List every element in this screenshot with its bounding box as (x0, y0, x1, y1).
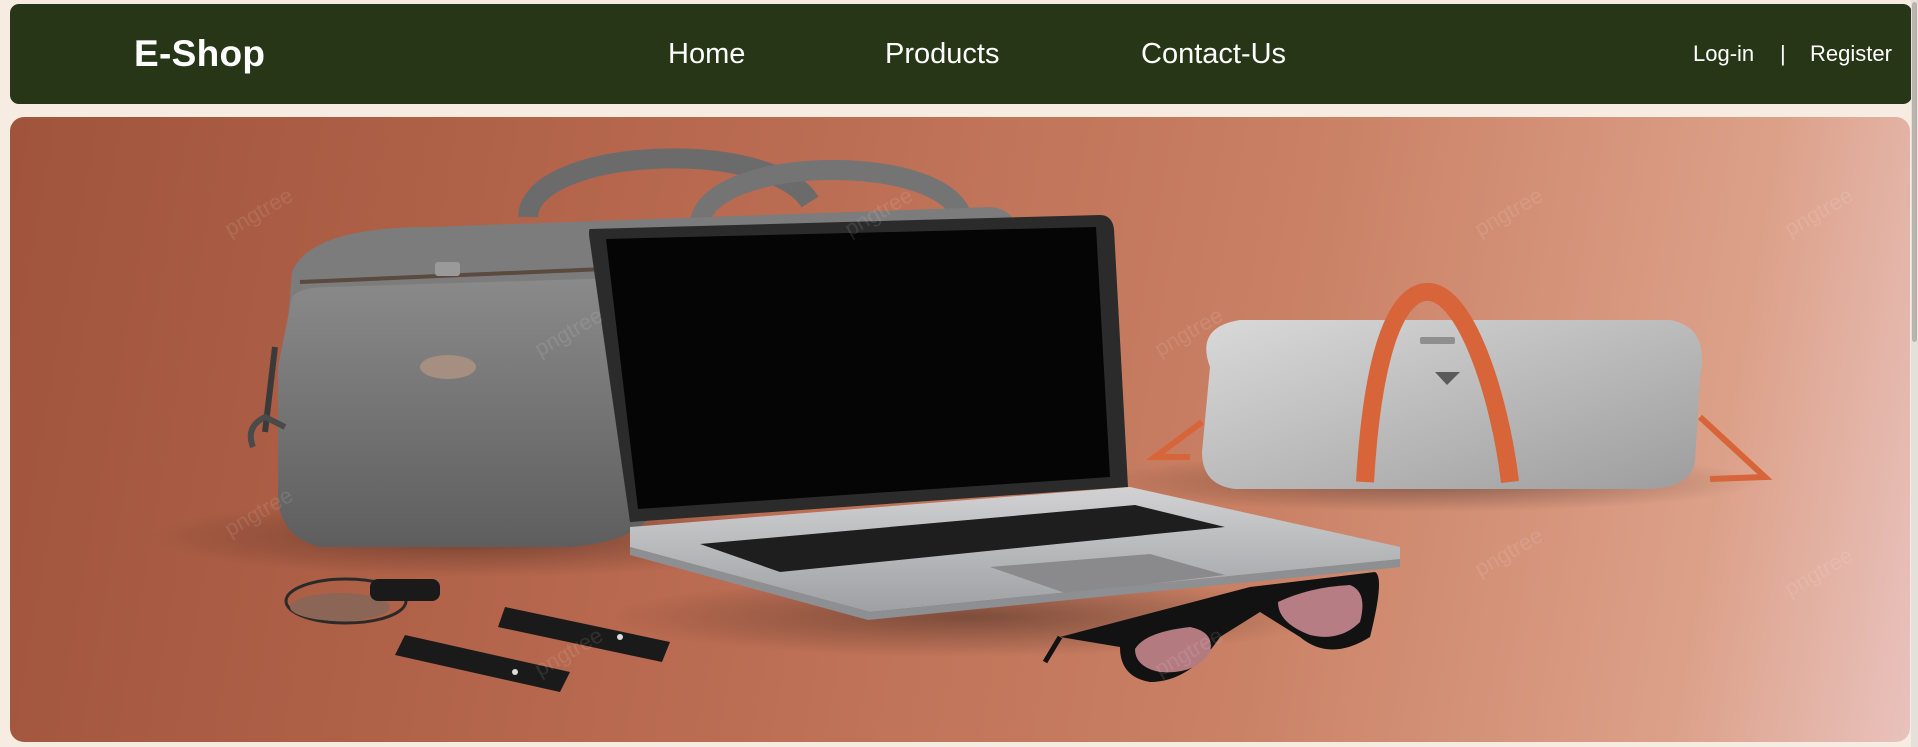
nav-home-link[interactable]: Home (668, 4, 745, 104)
watermark-text: pngtree (1470, 522, 1547, 581)
nav-contact-link[interactable]: Contact-Us (1141, 4, 1286, 104)
watermark-text: pngtree (1470, 182, 1547, 241)
nav-products-link[interactable]: Products (885, 4, 999, 104)
scrollbar-thumb[interactable] (1912, 2, 1917, 342)
watermark-text: pngtree (1780, 182, 1857, 241)
register-link[interactable]: Register (1810, 4, 1892, 104)
watermark-text: pngtree (1780, 542, 1857, 601)
page-scrollbar[interactable] (1911, 0, 1918, 747)
brand-logo[interactable]: E-Shop (134, 4, 265, 104)
silver-duffel-bag-image (1145, 282, 1773, 489)
watermark-text: pngtree (220, 182, 297, 241)
hero-product-illustration: pngtree pngtree pngtree pngtree pngtree … (150, 148, 1857, 692)
top-navbar: E-Shop Home Products Contact-Us Log-in |… (10, 4, 1912, 104)
accessories-image (284, 577, 670, 692)
hero-banner: pngtree pngtree pngtree pngtree pngtree … (10, 117, 1910, 742)
auth-separator: | (1780, 41, 1786, 66)
login-link[interactable]: Log-in (1693, 4, 1754, 104)
